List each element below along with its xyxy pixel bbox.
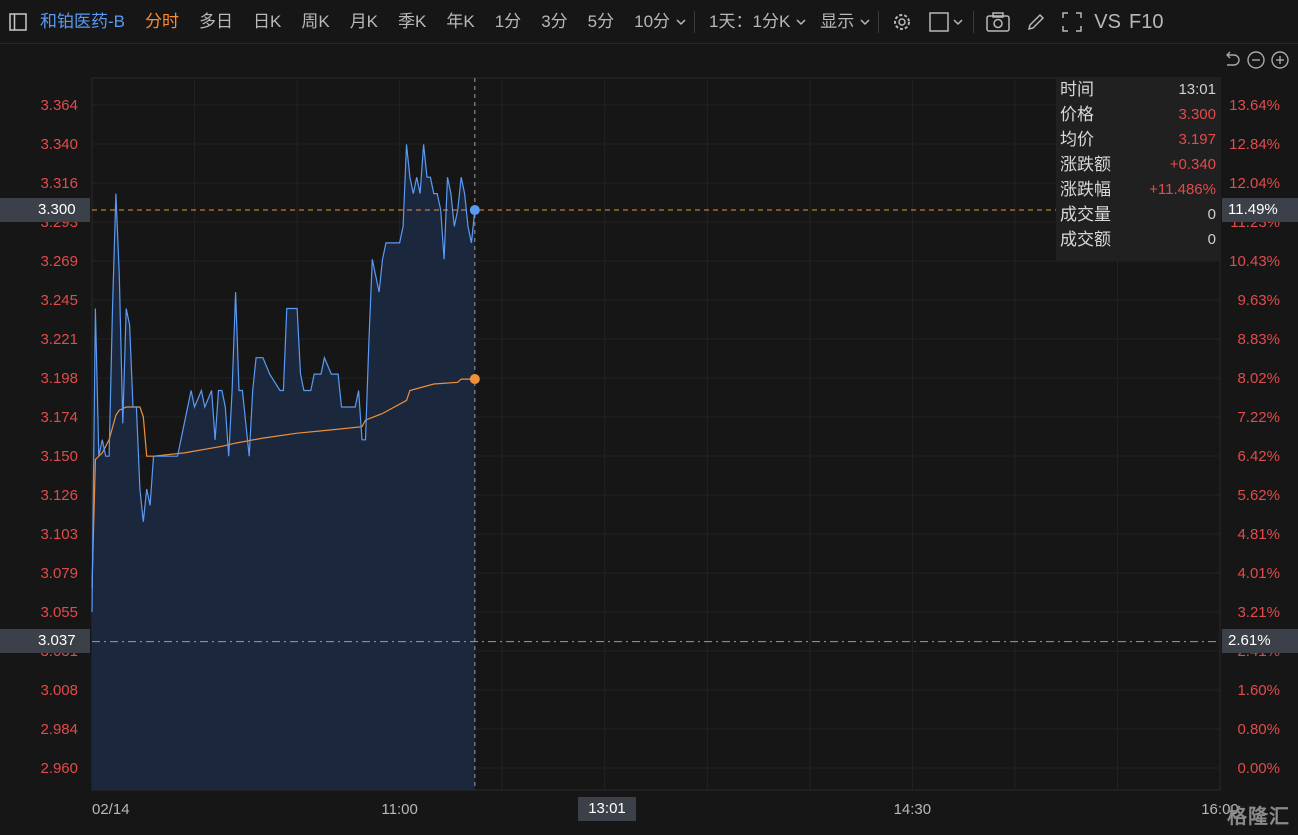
chevron-down-icon[interactable] [792,0,810,44]
avg-point [469,374,480,385]
divider [973,10,975,33]
left-prev-close-tag: 3.037 [0,629,90,653]
info-row-change: 涨跌额 +0.340 [1056,152,1220,177]
toolbar: 和铂医药-B 分时 多日 日K 周K 月K 季K 年K 1分 3分 5分 10分… [0,0,1298,44]
y-tick-label: 12.84% [1229,136,1280,153]
info-row-avg: 均价 3.197 [1056,127,1220,152]
right-price-tag: 11.49% [1222,198,1298,222]
fullscreen-icon[interactable] [1054,0,1090,44]
y-tick-label: 6.42% [1237,448,1280,465]
info-panel: 时间 13:01 价格 3.300 均价 3.197 涨跌额 +0.340 涨跌幅 +11… [1056,77,1220,261]
y-tick-label: 3.221 [40,331,78,348]
y-tick-label: 3.126 [40,487,78,504]
y-tick-label: 8.83% [1237,331,1280,348]
tab-5min[interactable]: 5分 [578,0,624,44]
tab-weekly-k[interactable]: 周K [291,0,339,44]
y-tick-label: 0.80% [1237,721,1280,738]
info-row-change-pct: 涨跌幅 +11.486% [1056,177,1220,202]
y-tick-label: 5.62% [1237,487,1280,504]
y-tick-label: 3.316 [40,175,78,192]
x-axis: 02/1411:0013:0014:3016:00 [92,801,1239,818]
x-tick-label: 11:00 [381,801,417,818]
y-tick-label: 4.01% [1237,565,1280,582]
y-tick-label: 8.02% [1237,370,1280,387]
info-value: 3.300 [1178,106,1216,123]
info-value: +11.486% [1149,181,1216,198]
price-area-fill [92,144,475,790]
tab-intraday[interactable]: 分时 [135,0,189,44]
info-value: 0 [1207,231,1216,248]
y-tick-label: 3.198 [40,370,78,387]
box-select-icon[interactable] [921,0,951,44]
tab-monthly-k[interactable]: 月K [340,0,388,44]
stock-name[interactable]: 和铂医药-B [36,0,135,44]
tab-1min[interactable]: 1分 [485,0,531,44]
info-label: 成交额 [1060,230,1111,249]
f10-button[interactable]: F10 [1125,0,1167,44]
vs-button[interactable]: VS [1090,0,1125,44]
watermark-logo: 格隆汇 [1227,806,1290,828]
y-tick-label: 10.43% [1229,253,1280,270]
tab-yearly-k[interactable]: 年K [436,0,484,44]
period-select[interactable]: 1天：1分K [699,0,792,44]
info-label: 成交量 [1060,205,1111,224]
y-tick-label: 3.364 [40,97,78,114]
y-tick-label: 13.64% [1229,97,1280,114]
tab-3min[interactable]: 3分 [531,0,577,44]
y-tick-label: 3.21% [1237,604,1280,621]
x-tick-label: 02/14 [92,801,130,818]
y-tick-label: 3.008 [40,682,78,699]
info-row-price: 价格 3.300 [1056,102,1220,127]
tab-10min[interactable]: 10分 [624,0,672,44]
y-tick-label: 3.245 [40,292,78,309]
chevron-down-icon[interactable] [856,0,874,44]
info-value: 3.197 [1178,131,1216,148]
info-value: 13:01 [1178,81,1216,98]
right-prev-close-tag: 2.61% [1222,629,1298,653]
y-tick-label: 3.340 [40,136,78,153]
sidebar-toggle-icon[interactable] [0,0,36,44]
info-label: 涨跌额 [1060,155,1111,174]
tab-multi-day[interactable]: 多日 [189,0,243,44]
info-label: 价格 [1060,105,1094,124]
pencil-icon[interactable] [1018,0,1054,44]
info-value: 0 [1207,206,1216,223]
y-tick-label: 3.150 [40,448,78,465]
y-tick-label: 2.960 [40,760,78,777]
info-row-time: 时间 13:01 [1056,77,1220,102]
y-tick-label: 3.174 [40,409,78,426]
price-point [469,205,480,216]
y-tick-label: 3.055 [40,604,78,621]
info-row-volume: 成交量 0 [1056,202,1220,227]
y-tick-label: 7.22% [1237,409,1280,426]
info-value: +0.340 [1169,156,1216,173]
info-label: 均价 [1060,130,1094,149]
display-menu[interactable]: 显示 [810,0,856,44]
info-label: 涨跌幅 [1060,180,1111,199]
y-tick-label: 2.984 [40,721,78,738]
info-row-turnover: 成交额 0 [1056,227,1220,252]
y-tick-label: 1.60% [1237,682,1280,699]
gear-icon[interactable] [883,0,921,44]
y-tick-label: 3.103 [40,526,78,543]
chevron-down-icon[interactable] [672,0,690,44]
info-label: 时间 [1060,80,1094,99]
y-tick-label: 0.00% [1237,760,1280,777]
y-tick-label: 3.269 [40,253,78,270]
camera-icon[interactable] [978,0,1018,44]
divider [878,10,880,33]
left-price-tag: 3.300 [0,198,90,222]
tab-quarterly-k[interactable]: 季K [388,0,436,44]
y-tick-label: 12.04% [1229,175,1280,192]
chevron-down-icon[interactable] [951,0,969,44]
y-tick-label: 3.079 [40,565,78,582]
tab-daily-k[interactable]: 日K [243,0,291,44]
divider [694,10,696,33]
y-tick-label: 9.63% [1237,292,1280,309]
x-tick-label: 14:30 [894,801,932,818]
y-tick-label: 4.81% [1237,526,1280,543]
cursor-time-tag: 13:01 [578,797,636,821]
